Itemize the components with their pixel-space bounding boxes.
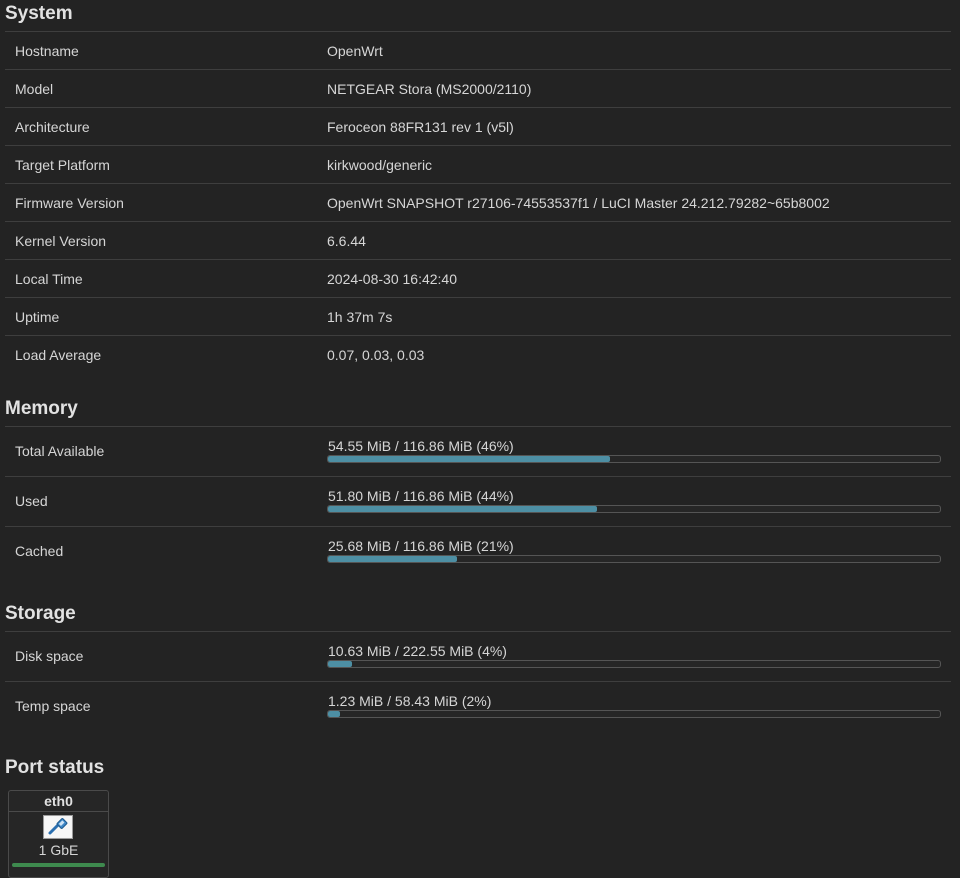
table-row: Hostname OpenWrt — [5, 32, 951, 70]
table-row: Disk space 10.63 MiB / 222.55 MiB (4%) — [5, 632, 951, 682]
table-row: Temp space 1.23 MiB / 58.43 MiB (2%) — [5, 682, 951, 731]
disk-space-text: 10.63 MiB / 222.55 MiB (4%) — [328, 643, 507, 659]
table-row: Total Available 54.55 MiB / 116.86 MiB (… — [5, 427, 951, 477]
kernel-version-value: 6.6.44 — [327, 232, 366, 249]
system-section-title: System — [5, 3, 73, 24]
used-text: 51.80 MiB / 116.86 MiB (44%) — [328, 488, 514, 504]
table-row: Firmware Version OpenWrt SNAPSHOT r27106… — [5, 184, 951, 222]
progress-fill — [328, 506, 598, 512]
table-row: Local Time 2024-08-30 16:42:40 — [5, 260, 951, 298]
load-average-value: 0.07, 0.03, 0.03 — [327, 346, 425, 363]
total-available-label: Total Available — [15, 443, 105, 459]
progress-fill — [328, 711, 341, 717]
target-platform-label: Target Platform — [15, 156, 110, 173]
architecture-label: Architecture — [15, 118, 90, 135]
local-time-label: Local Time — [15, 270, 83, 287]
firmware-version-value: OpenWrt SNAPSHOT r27106-74553537f1 / LuC… — [327, 194, 830, 211]
disk-space-label: Disk space — [15, 648, 84, 664]
table-row: Model NETGEAR Stora (MS2000/2110) — [5, 70, 951, 108]
target-platform-value: kirkwood/generic — [327, 156, 433, 173]
cached-label: Cached — [15, 543, 64, 559]
progress-fill — [328, 456, 610, 462]
table-row: Uptime 1h 37m 7s — [5, 298, 951, 336]
progress-fill — [328, 661, 353, 667]
total-available-progress-bar — [327, 455, 941, 463]
table-row: Kernel Version 6.6.44 — [5, 222, 951, 260]
port-speed: 1 GbE — [38, 842, 79, 858]
firmware-version-label: Firmware Version — [15, 194, 124, 211]
storage-section-title: Storage — [5, 603, 76, 624]
used-progress-bar — [327, 505, 941, 513]
table-row: Load Average 0.07, 0.03, 0.03 — [5, 336, 951, 373]
memory-table: Total Available 54.55 MiB / 116.86 MiB (… — [5, 426, 951, 576]
table-row: Architecture Feroceon 88FR131 rev 1 (v5l… — [5, 108, 951, 146]
architecture-value: Feroceon 88FR131 rev 1 (v5l) — [327, 118, 514, 135]
local-time-value: 2024-08-30 16:42:40 — [327, 270, 457, 287]
port-card-eth0[interactable]: eth0 1 GbE — [8, 790, 109, 878]
used-label: Used — [15, 493, 48, 509]
table-row: Cached 25.68 MiB / 116.86 MiB (21%) — [5, 527, 951, 576]
progress-fill — [328, 556, 457, 562]
storage-table: Disk space 10.63 MiB / 222.55 MiB (4%) T… — [5, 631, 951, 731]
model-value: NETGEAR Stora (MS2000/2110) — [327, 80, 532, 97]
cached-progress-bar — [327, 555, 941, 563]
load-average-label: Load Average — [15, 346, 102, 363]
temp-space-label: Temp space — [15, 698, 91, 714]
cached-text: 25.68 MiB / 116.86 MiB (21%) — [328, 538, 514, 554]
system-info-table: Hostname OpenWrt Model NETGEAR Stora (MS… — [5, 31, 951, 373]
ethernet-port-icon — [43, 815, 73, 839]
temp-space-progress-bar — [327, 710, 941, 718]
table-row: Target Platform kirkwood/generic — [5, 146, 951, 184]
memory-section-title: Memory — [5, 398, 78, 419]
temp-space-text: 1.23 MiB / 58.43 MiB (2%) — [328, 693, 492, 709]
model-label: Model — [15, 80, 54, 97]
uptime-value: 1h 37m 7s — [327, 308, 393, 325]
kernel-version-label: Kernel Version — [15, 232, 107, 249]
hostname-label: Hostname — [15, 42, 79, 59]
total-available-text: 54.55 MiB / 116.86 MiB (46%) — [328, 438, 514, 454]
table-row: Used 51.80 MiB / 116.86 MiB (44%) — [5, 477, 951, 527]
port-status-section-title: Port status — [5, 757, 105, 778]
port-name: eth0 — [9, 791, 108, 812]
hostname-value: OpenWrt — [327, 42, 383, 59]
disk-space-progress-bar — [327, 660, 941, 668]
port-link-indicator — [12, 863, 105, 867]
uptime-label: Uptime — [15, 308, 60, 325]
